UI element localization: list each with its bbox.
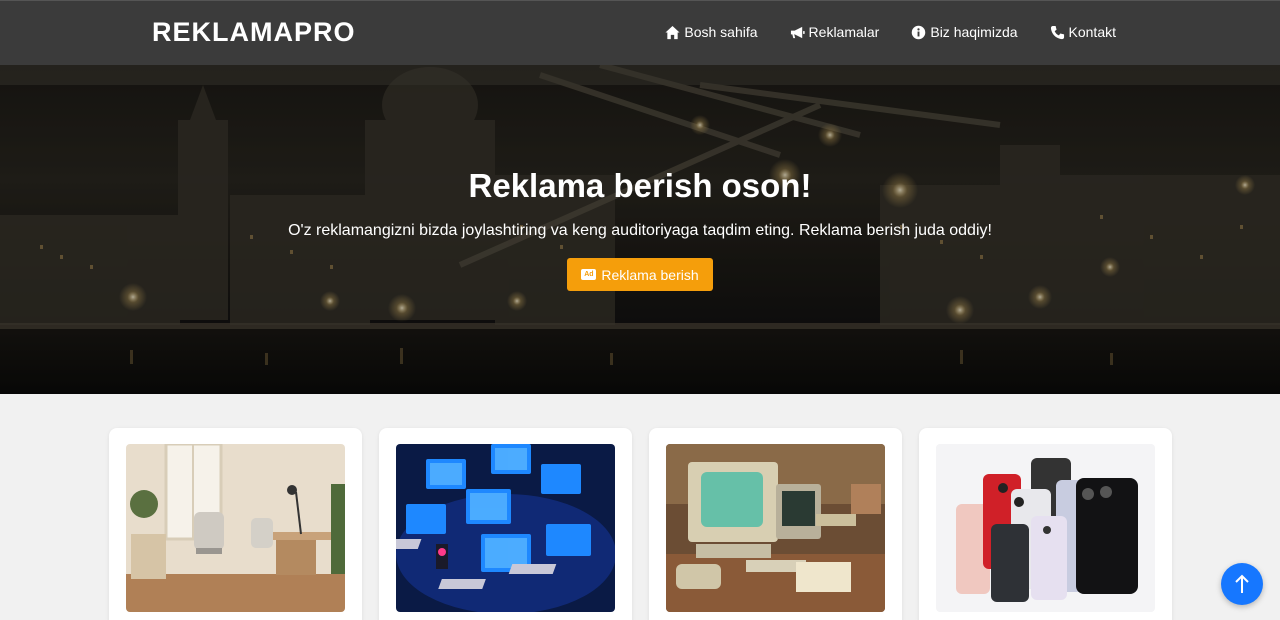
smartphones-photo [936, 444, 1155, 612]
info-circle-icon [912, 25, 926, 39]
ad-cards [109, 428, 1172, 620]
nav-item-contact[interactable]: Kontakt [1050, 24, 1116, 40]
nav-item-label: Reklamalar [808, 24, 880, 40]
nav-item-home[interactable]: Bosh sahifa [665, 24, 758, 40]
main-nav: Bosh sahifa Reklamalar Biz haqimizda Kon… [665, 24, 1116, 40]
scroll-top-button[interactable] [1221, 563, 1263, 605]
advertise-button[interactable]: Ad Reklama berish [567, 258, 713, 291]
navbar: REKLAMAPRO Bosh sahifa Reklamalar Biz ha… [0, 0, 1280, 65]
hero-subtitle: O'z reklamangizni bizda joylashtiring va… [288, 222, 992, 239]
computers-network-photo [396, 444, 615, 612]
ad-card[interactable] [109, 428, 362, 620]
hero-title: Reklama berish oson! [468, 167, 812, 204]
ad-card[interactable] [919, 428, 1172, 620]
ad-card[interactable] [379, 428, 632, 620]
ad-icon: Ad [581, 269, 597, 280]
office-room-photo [126, 444, 345, 612]
retro-computers-photo [666, 444, 885, 612]
bullhorn-icon [790, 26, 805, 38]
nav-item-ads[interactable]: Reklamalar [790, 24, 880, 40]
ad-card[interactable] [649, 428, 902, 620]
nav-item-label: Bosh sahifa [684, 24, 758, 40]
phone-icon [1050, 25, 1064, 39]
hero-banner: Reklama berish oson! O'z reklamangizni b… [0, 65, 1280, 394]
nav-item-label: Biz haqimizda [930, 24, 1018, 40]
nav-item-about[interactable]: Biz haqimizda [911, 24, 1018, 40]
advertise-button-label: Reklama berish [601, 266, 699, 283]
brand-logo[interactable]: REKLAMAPRO [152, 17, 356, 48]
nav-item-label: Kontakt [1068, 24, 1116, 40]
home-icon [665, 25, 680, 39]
arrow-up-icon [1235, 574, 1249, 593]
